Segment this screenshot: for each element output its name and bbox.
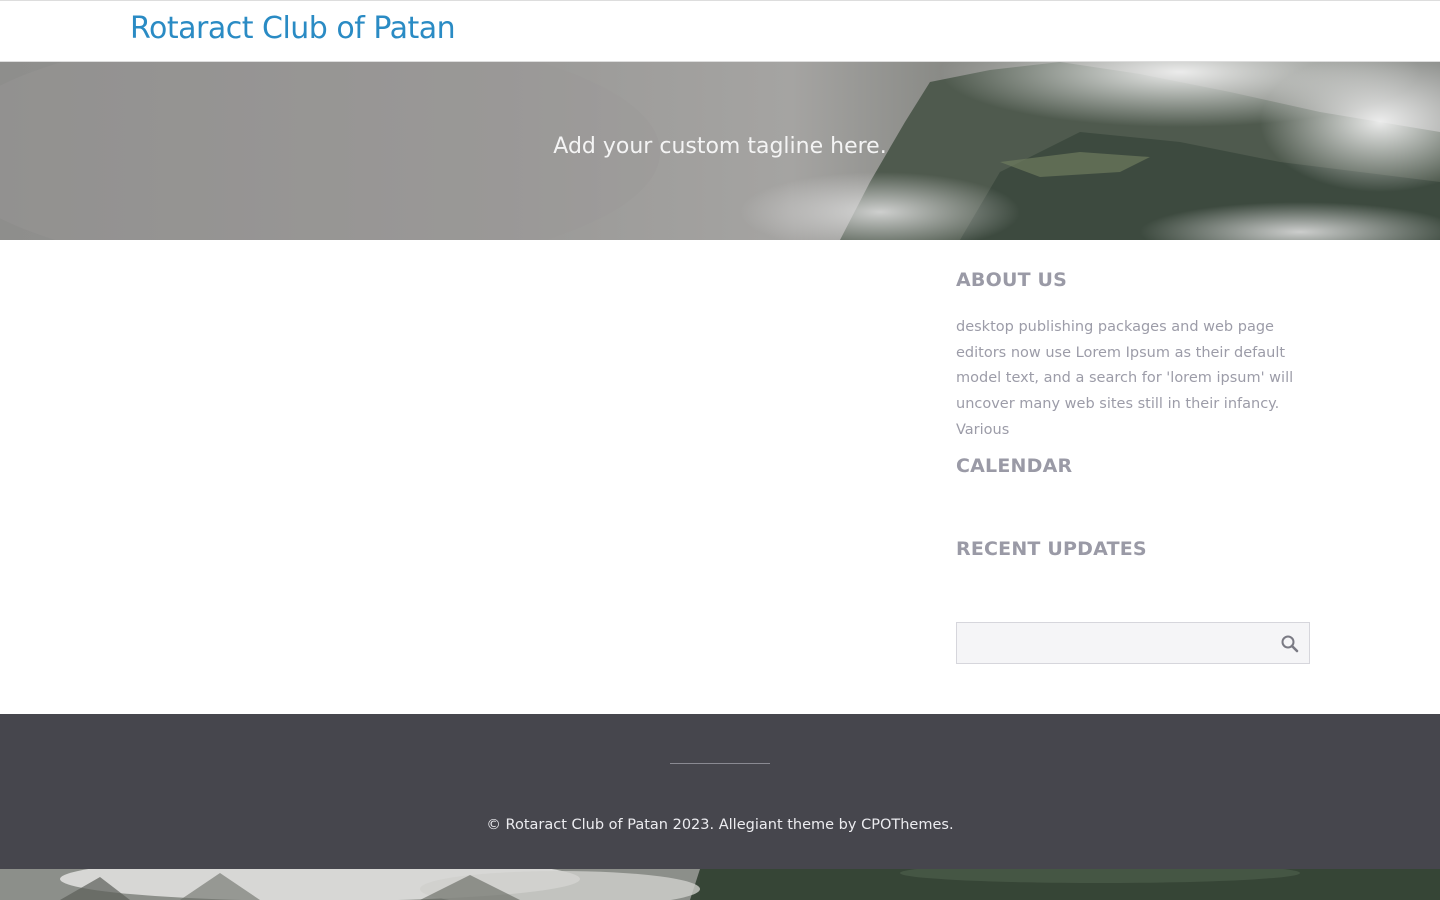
search-icon[interactable] <box>1279 633 1301 655</box>
about-us-heading: ABOUT US <box>956 269 1068 291</box>
cpothemes-link[interactable]: CPOThemes <box>861 817 949 833</box>
search-form <box>956 622 1310 664</box>
site-title-link[interactable]: Rotaract Club of Patan <box>130 11 456 46</box>
site-footer: © Rotaract Club of Patan 2023. Allegiant… <box>0 714 1440 869</box>
search-input[interactable] <box>957 623 1267 663</box>
footer-credits: © Rotaract Club of Patan 2023. Allegiant… <box>0 817 1440 833</box>
calendar-heading: CALENDAR <box>956 455 1073 477</box>
background-image-strip <box>0 869 1440 900</box>
hero-tagline: Add your custom tagline here. <box>553 134 887 159</box>
site-header: Rotaract Club of Patan <box>0 0 1440 62</box>
footer-period: . <box>948 817 954 833</box>
footer-divider <box>670 763 770 764</box>
theme-text: Allegiant theme by <box>718 817 857 833</box>
about-us-text: desktop publishing packages and web page… <box>956 319 1294 438</box>
copyright-text: © Rotaract Club of Patan 2023. <box>486 817 715 833</box>
hero-banner: Add your custom tagline here. <box>0 62 1440 240</box>
recent-updates-heading: RECENT UPDATES <box>956 538 1147 560</box>
